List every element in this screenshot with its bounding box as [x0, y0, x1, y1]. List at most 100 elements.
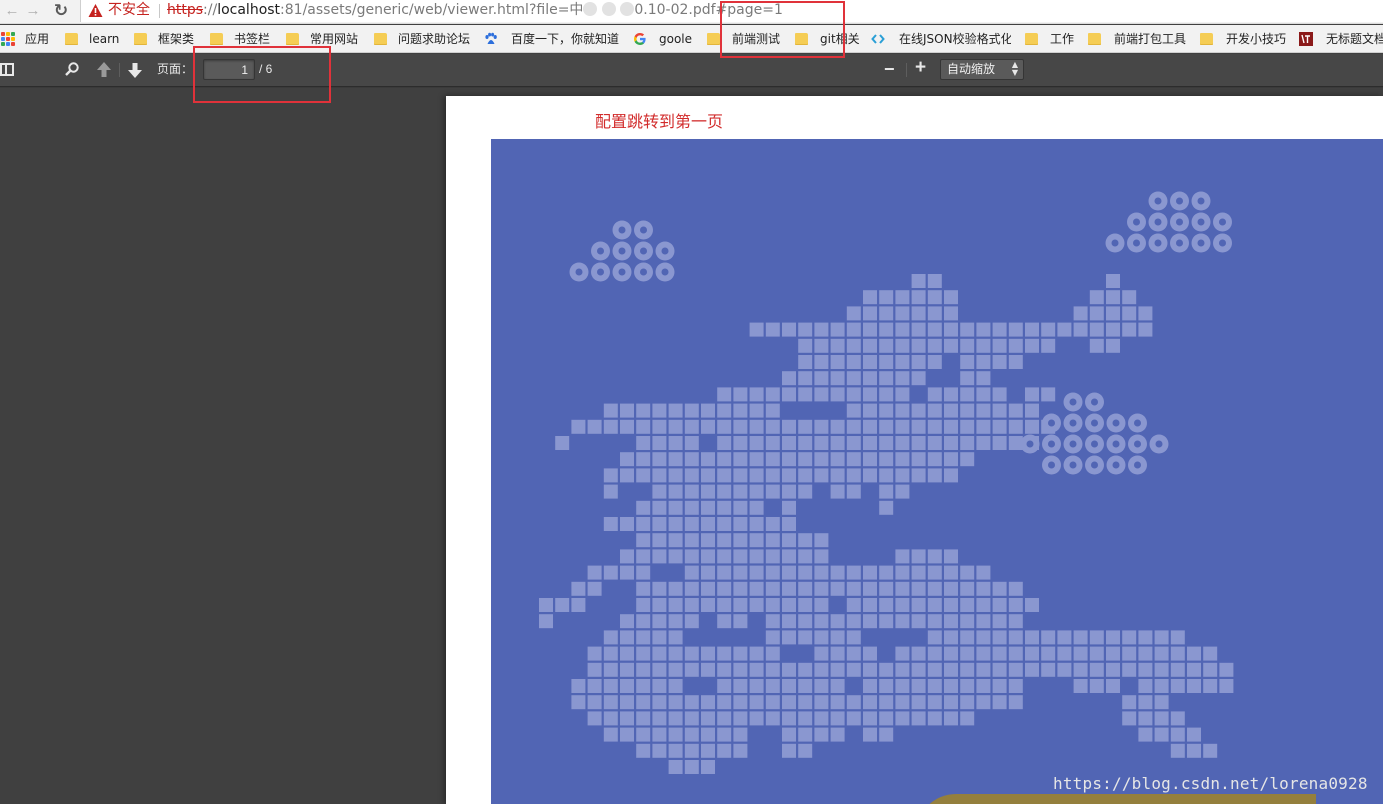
previous-page-arrow-icon[interactable] — [96, 61, 112, 79]
pixel-tile — [733, 614, 748, 629]
pixel-tile — [1106, 679, 1120, 693]
pixel-tile — [620, 630, 634, 645]
pixel-tile — [1041, 662, 1056, 677]
pixel-tile — [603, 517, 618, 531]
pixel-tile — [1203, 679, 1218, 693]
bookmark-untitled-doc[interactable]: 无标题文档 — [1299, 29, 1383, 49]
pixel-tile — [717, 468, 732, 483]
pixel-tile — [603, 695, 618, 710]
search-icon[interactable] — [64, 61, 80, 77]
bookmark-build-tools[interactable]: 前端打包工具 — [1088, 29, 1190, 49]
pixel-tile — [830, 338, 845, 353]
pixel-tile — [636, 630, 651, 645]
bookmark-help-forum[interactable]: 问题求助论坛 — [374, 29, 474, 49]
pixel-tile — [636, 646, 651, 661]
pixel-tile — [911, 371, 926, 386]
pixel-tile — [620, 695, 634, 710]
pixel-tile — [846, 436, 861, 450]
pixel-tile — [798, 338, 813, 353]
pixel-tile — [1187, 646, 1201, 661]
document-viewer-area[interactable]: 配置跳转到第一页 — [0, 88, 1383, 804]
pixel-tile — [717, 598, 732, 612]
pdf-page[interactable]: 配置跳转到第一页 — [446, 96, 1383, 804]
pixel-tile — [652, 468, 667, 483]
pixel-tile — [652, 743, 667, 758]
cloud-ring-center — [1154, 197, 1162, 205]
pixel-tile — [895, 679, 910, 693]
pixel-tile — [749, 403, 764, 418]
warning-triangle-icon[interactable] — [88, 3, 103, 18]
cloud-ring-center — [1176, 218, 1183, 226]
pixel-tile — [798, 484, 813, 499]
pixel-tile — [733, 419, 748, 434]
pixel-tile — [782, 743, 796, 758]
cloud-ring-center — [1197, 197, 1205, 205]
bookmark-label: learn — [89, 32, 120, 46]
bookmark-frameworks[interactable]: 框架类 — [134, 29, 200, 49]
pixel-tile — [960, 679, 975, 693]
pixel-tile — [863, 711, 877, 726]
pixel-tile — [911, 355, 926, 369]
pixel-tile — [1187, 679, 1201, 693]
pixel-tile — [733, 727, 748, 742]
pixel-tile — [798, 711, 813, 726]
pixel-tile — [717, 646, 732, 661]
bookmark-apps[interactable]: 应用 — [1, 29, 51, 49]
pixel-tile — [684, 436, 699, 450]
bookmark-learn[interactable]: learn — [65, 29, 125, 49]
bookmark-work[interactable]: 工作 — [1025, 29, 1077, 49]
pixel-tile — [992, 581, 1007, 596]
back-arrow-icon[interactable]: ← — [3, 2, 21, 20]
pixel-tile — [895, 468, 910, 483]
cloud-ring-center — [1026, 440, 1034, 448]
pixel-tile — [668, 646, 683, 661]
pixel-tile — [895, 484, 910, 499]
pixel-tile — [668, 468, 683, 483]
bookmark-dev-tips[interactable]: 开发小技巧 — [1200, 29, 1292, 49]
pixel-tile — [749, 452, 764, 467]
pixel-tile — [960, 403, 975, 418]
pixel-tile — [717, 500, 732, 515]
pixel-tile — [927, 614, 942, 629]
pixel-tile — [976, 630, 991, 645]
cloud-ring-center — [1112, 461, 1120, 469]
bookmark-google[interactable]: goole — [633, 29, 697, 49]
pixel-tile — [846, 306, 861, 321]
bookmark-baidu[interactable]: 百度一下，你就知道 — [484, 29, 624, 49]
pixel-tile — [863, 662, 877, 677]
sidebar-toggle-icon[interactable] — [0, 63, 14, 76]
cloud-ring-center — [1197, 239, 1205, 247]
pixel-tile — [911, 436, 926, 450]
cloud-ring-center — [1091, 461, 1098, 469]
pixel-tile — [684, 517, 699, 531]
zoom-in-button[interactable]: + — [915, 58, 926, 78]
url-path-start: :81/assets/generic/web/viewer.html?file=… — [280, 2, 584, 18]
pixel-tile — [879, 727, 894, 742]
pixel-tile — [846, 695, 861, 710]
pixel-tile — [911, 403, 926, 418]
page-icon — [1299, 32, 1313, 46]
pixel-tile — [830, 679, 845, 693]
pixel-tile — [765, 436, 780, 450]
pixel-tile — [587, 646, 602, 661]
next-page-arrow-icon[interactable] — [127, 61, 143, 79]
pixel-tile — [798, 630, 813, 645]
cloud-ring-center — [1197, 218, 1205, 226]
bookmark-json-validator[interactable]: 在线JSON校验格式化 — [871, 29, 1011, 49]
pixel-tile — [1138, 306, 1153, 321]
url-text[interactable]: https://localhost:81/assets/generic/web/… — [167, 2, 783, 19]
pixel-tile — [749, 679, 764, 693]
pixel-tile — [830, 695, 845, 710]
pixel-tile — [1057, 646, 1072, 661]
pixel-tile — [765, 403, 780, 418]
pixel-tile — [620, 646, 634, 661]
pixel-tile — [992, 436, 1007, 450]
security-label[interactable]: 不安全 — [108, 2, 150, 19]
pixel-tile — [830, 727, 845, 742]
forward-arrow-icon[interactable]: → — [24, 2, 42, 20]
zoom-out-button[interactable]: − — [884, 59, 895, 79]
zoom-select[interactable]: 自动缩放 ▲ ▼ — [940, 59, 1024, 80]
pixel-tile — [846, 338, 861, 353]
reload-icon[interactable]: ↻ — [52, 2, 70, 20]
pixel-tile — [684, 743, 699, 758]
